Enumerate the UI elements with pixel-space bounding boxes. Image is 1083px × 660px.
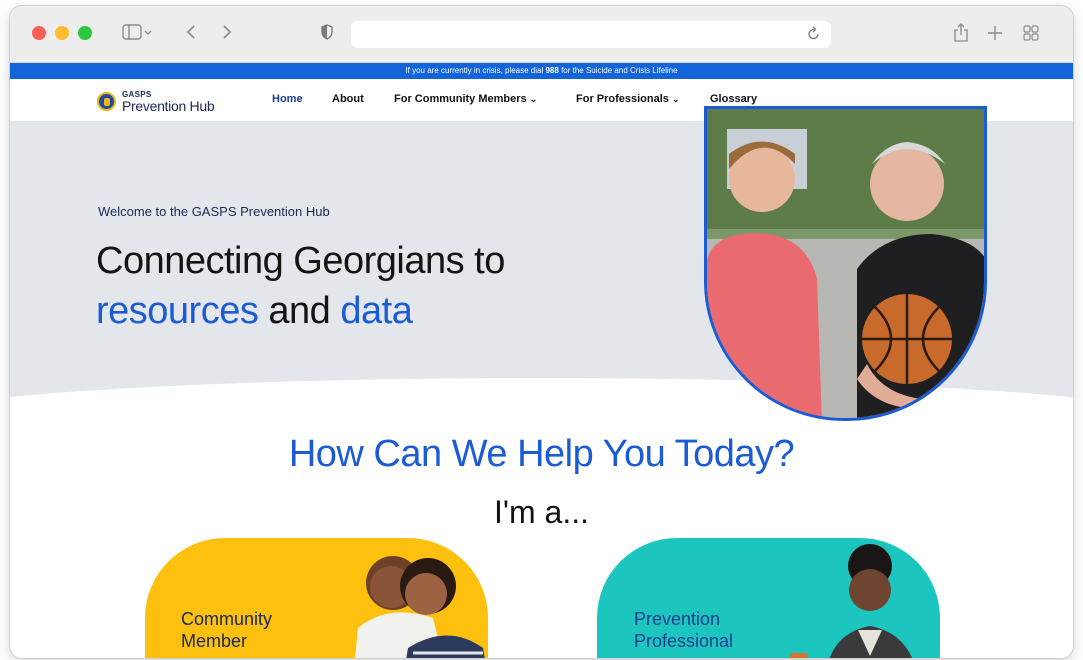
prevention-professional-card[interactable]: Prevention Professional bbox=[597, 538, 940, 658]
prevention-professional-label: Prevention Professional bbox=[634, 608, 733, 652]
reload-icon[interactable] bbox=[807, 25, 821, 45]
logo-emblem-icon bbox=[97, 92, 116, 111]
privacy-shield-icon[interactable] bbox=[320, 23, 334, 46]
close-window-button[interactable] bbox=[32, 26, 46, 40]
chevron-down-icon: ⌄ bbox=[529, 94, 538, 104]
community-member-photo bbox=[355, 556, 485, 658]
tab-overview-icon[interactable] bbox=[1022, 23, 1040, 48]
community-member-line1: Community bbox=[181, 609, 273, 629]
hero-photo bbox=[704, 106, 987, 421]
hero-welcome: Welcome to the GASPS Prevention Hub bbox=[98, 204, 330, 219]
community-member-line2: Member bbox=[181, 631, 248, 651]
prevention-professional-line2: Professional bbox=[634, 631, 734, 651]
crisis-suffix: for the Suicide and Crisis Lifeline bbox=[558, 66, 678, 75]
address-bar[interactable] bbox=[351, 21, 831, 48]
minimize-window-button[interactable] bbox=[55, 26, 69, 40]
zoom-window-button[interactable] bbox=[78, 26, 92, 40]
crisis-banner: If you are currently in crisis, please d… bbox=[10, 63, 1073, 79]
nav-community-members[interactable]: For Community Members ⌄ bbox=[394, 93, 537, 105]
hero-word-resources: resources bbox=[96, 290, 259, 332]
nav-home[interactable]: Home bbox=[272, 93, 303, 105]
share-icon[interactable] bbox=[953, 23, 969, 48]
hero-word-data: data bbox=[340, 290, 413, 332]
browser-toolbar bbox=[10, 6, 1073, 63]
help-heading: How Can We Help You Today? bbox=[288, 433, 795, 475]
sidebar-toggle-icon[interactable] bbox=[122, 23, 152, 46]
hero-headline: Connecting Georgians to resources and da… bbox=[96, 236, 505, 336]
new-tab-icon[interactable] bbox=[987, 23, 1003, 48]
nav-professionals-label: For Professionals bbox=[576, 93, 669, 105]
nav-community-members-label: For Community Members bbox=[394, 93, 527, 105]
nav-glossary[interactable]: Glossary bbox=[710, 93, 757, 105]
hero-headline-line2: resources and data bbox=[96, 286, 505, 336]
forward-icon[interactable] bbox=[220, 23, 234, 46]
hero-headline-line1: Connecting Georgians to bbox=[96, 240, 505, 282]
community-member-card[interactable]: Community Member bbox=[145, 538, 488, 658]
chevron-down-icon: ⌄ bbox=[671, 94, 680, 104]
help-subheading: I'm a... bbox=[493, 494, 589, 530]
browser-window: If you are currently in crisis, please d… bbox=[10, 6, 1073, 658]
nav-about[interactable]: About bbox=[332, 93, 364, 105]
crisis-number[interactable]: 988 bbox=[545, 66, 558, 75]
crisis-prefix: If you are currently in crisis, please d… bbox=[405, 66, 546, 75]
hero-word-and: and bbox=[258, 290, 341, 332]
community-member-label: Community Member bbox=[181, 608, 272, 652]
back-icon[interactable] bbox=[185, 23, 199, 46]
nav-professionals[interactable]: For Professionals ⌄ bbox=[576, 93, 679, 105]
prevention-professional-line1: Prevention bbox=[634, 609, 721, 629]
prevention-professional-photo bbox=[790, 544, 912, 658]
logo-big-text: Prevention Hub bbox=[122, 98, 215, 114]
